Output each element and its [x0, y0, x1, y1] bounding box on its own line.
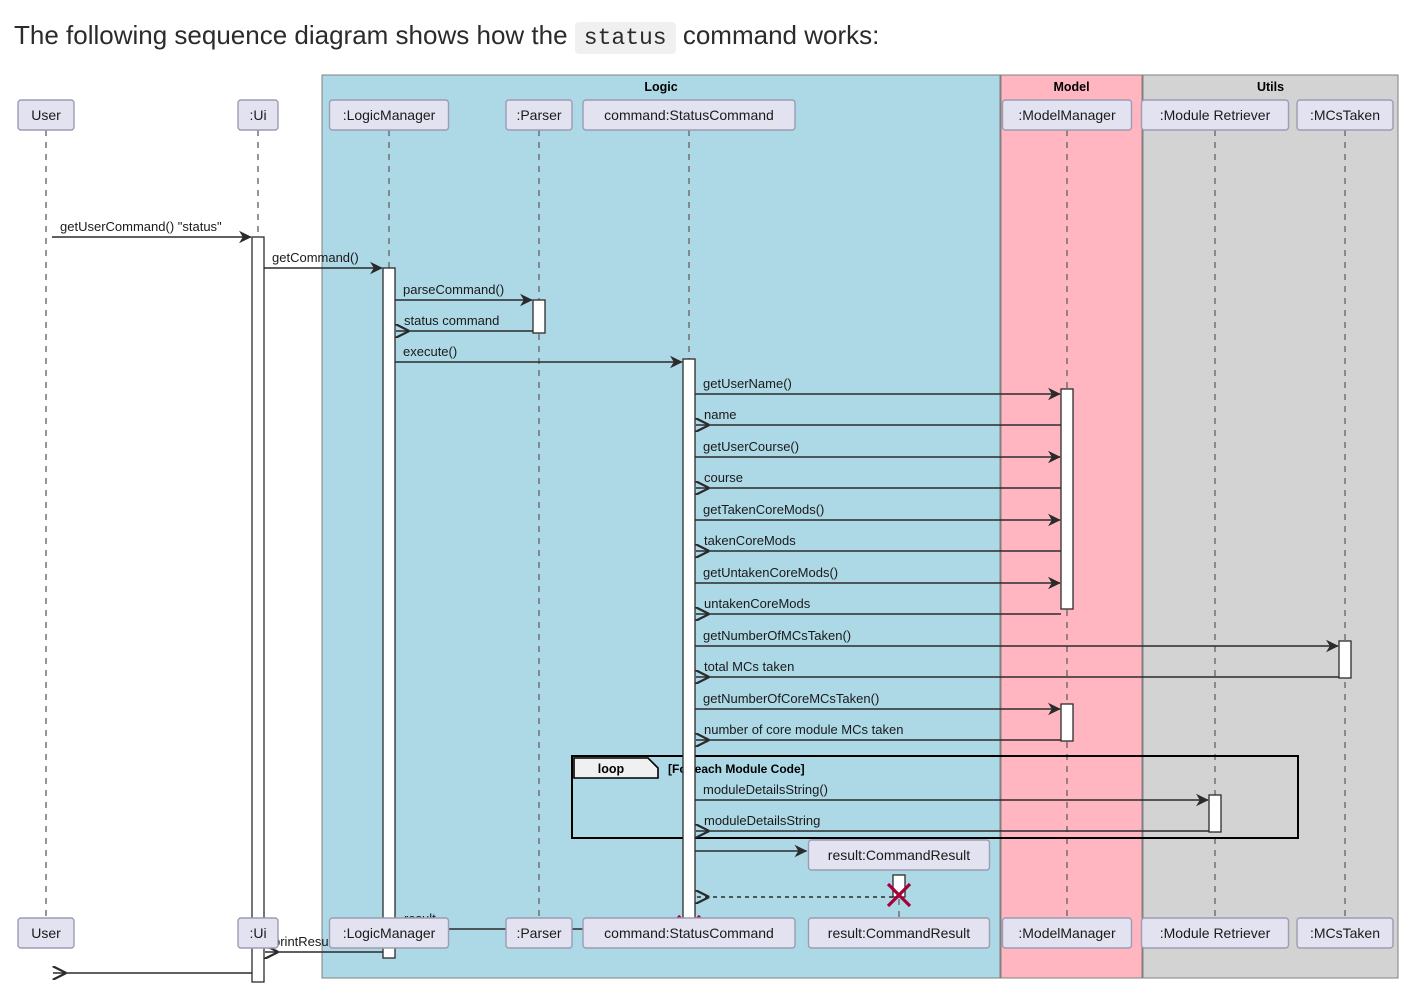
- participant-logicmanager-head[interactable]: :LogicManager: [328, 99, 450, 131]
- participant-parser-foot[interactable]: :Parser: [505, 917, 573, 949]
- participant-mcstaken-foot[interactable]: :MCsTaken: [1296, 917, 1394, 949]
- participant-modelmanager-foot[interactable]: :ModelManager: [1001, 917, 1133, 949]
- participant-modelmanager-head[interactable]: :ModelManager: [1001, 99, 1133, 131]
- participant-label: :LogicManager: [343, 107, 436, 123]
- participant-label: :MCsTaken: [1310, 925, 1380, 941]
- participant-commandresult-created-box[interactable]: result:CommandResult: [807, 839, 991, 871]
- participant-statuscommand-head[interactable]: command:StatusCommand: [582, 99, 796, 131]
- message-label: moduleDetailsString: [704, 813, 820, 828]
- message-label: getCommand(): [272, 250, 359, 265]
- message-1: getUserCommand() "status": [52, 219, 252, 244]
- message-label: getUserCommand() "status": [60, 219, 222, 234]
- participant-label: User: [31, 107, 61, 123]
- group-utils: Utils: [1142, 74, 1399, 979]
- participant-label: :ModelManager: [1018, 925, 1116, 941]
- intro-caption: The following sequence diagram shows how…: [14, 18, 879, 55]
- participant-label: command:StatusCommand: [604, 925, 774, 941]
- activation-bar-logicmanager: [382, 267, 396, 959]
- intro-text-after: command works:: [682, 20, 880, 50]
- message-label: moduleDetailsString(): [703, 782, 828, 797]
- participant-mcstaken-head[interactable]: :MCsTaken: [1296, 99, 1394, 131]
- participant-label: :Module Retriever: [1160, 925, 1271, 941]
- participant-logicmanager-foot[interactable]: :LogicManager: [328, 917, 450, 949]
- group-label: Utils: [1257, 80, 1284, 94]
- message-label: name: [704, 407, 737, 422]
- message-label: getNumberOfCoreMCsTaken(): [703, 691, 879, 706]
- intro-text-before: The following sequence diagram shows how…: [14, 20, 568, 50]
- activation-bar-ui: [251, 236, 265, 983]
- message-label: number of core module MCs taken: [704, 722, 903, 737]
- participant-label: :LogicManager: [343, 925, 436, 941]
- participant-statuscommand-foot[interactable]: command:StatusCommand: [582, 917, 796, 949]
- participant-moduleretriever-foot[interactable]: :Module Retriever: [1140, 917, 1290, 949]
- participant-ui-foot[interactable]: :Ui: [237, 917, 279, 949]
- participant-label: result:CommandResult: [828, 847, 970, 863]
- page-root: The following sequence diagram shows how…: [0, 0, 1426, 998]
- activation-bar-moduleretriever: [1208, 794, 1222, 833]
- group-label: Logic: [644, 80, 677, 94]
- message-label: getNumberOfMCsTaken(): [703, 628, 851, 643]
- message-label: getTakenCoreMods(): [703, 502, 824, 517]
- participant-moduleretriever-head[interactable]: :Module Retriever: [1140, 99, 1290, 131]
- participant-ui-head[interactable]: :Ui: [237, 99, 279, 131]
- activation-bar-parser: [532, 299, 546, 334]
- message-label: getUserCourse(): [703, 439, 799, 454]
- activation-bar-mcstaken: [1338, 640, 1352, 679]
- participant-label: :Parser: [516, 925, 561, 941]
- status-command-code-chip: status: [574, 22, 676, 54]
- participant-label: :ModelManager: [1018, 107, 1116, 123]
- participant-parser-head[interactable]: :Parser: [505, 99, 573, 131]
- participant-label: :MCsTaken: [1310, 107, 1380, 123]
- message-label: status command: [404, 313, 499, 328]
- participant-label: command:StatusCommand: [604, 107, 774, 123]
- activation-bar-modelmanager: [1060, 703, 1074, 742]
- participant-label: result:CommandResult: [828, 925, 970, 941]
- participant-label: :Ui: [249, 107, 266, 123]
- participant-boxes-bottom: User :Ui :LogicManager :Parser command:Statu…: [17, 917, 1394, 949]
- loop-keyword-label: loop: [598, 762, 625, 776]
- sequence-diagram: Logic Model Utils loop [For each Module Cod…: [17, 74, 1399, 983]
- message-label: getUserName(): [703, 376, 792, 391]
- participant-label: :Ui: [249, 925, 266, 941]
- participant-label: User: [31, 925, 61, 941]
- message-label: untakenCoreMods: [704, 596, 811, 611]
- message-label: getUntakenCoreMods(): [703, 565, 838, 580]
- participant-label: :Parser: [516, 107, 561, 123]
- participant-label: :Module Retriever: [1160, 107, 1271, 123]
- participant-user-head[interactable]: User: [17, 99, 75, 131]
- message-label: total MCs taken: [704, 659, 794, 674]
- participant-user-foot[interactable]: User: [17, 917, 75, 949]
- group-label: Model: [1053, 80, 1089, 94]
- activation-bar-modelmanager: [1060, 388, 1074, 610]
- message-label: parseCommand(): [403, 282, 504, 297]
- message-label: takenCoreMods: [704, 533, 796, 548]
- message-label: course: [704, 470, 743, 485]
- message-label: execute(): [403, 344, 457, 359]
- participant-commandresult-foot[interactable]: result:CommandResult: [807, 917, 991, 949]
- activation-bar-statuscommand: [682, 358, 696, 930]
